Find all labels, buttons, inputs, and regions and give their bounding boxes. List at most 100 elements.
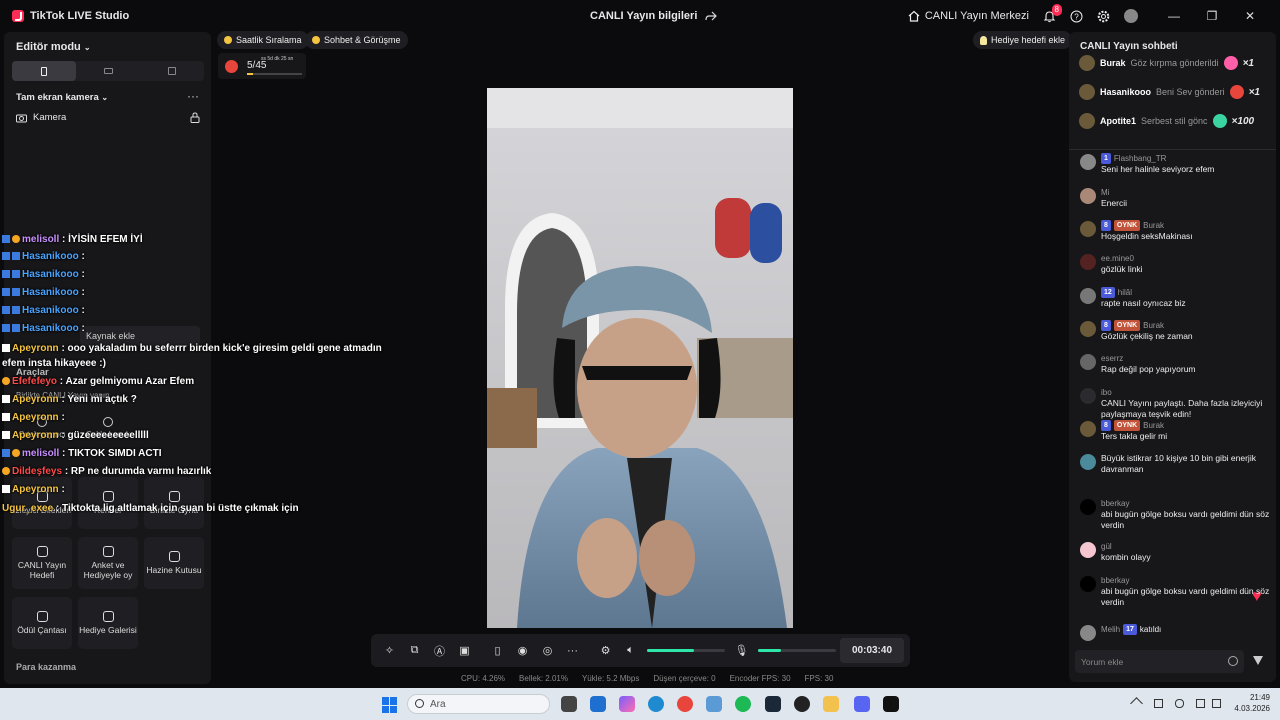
- chat-username[interactable]: Burak: [1143, 420, 1164, 431]
- avatar[interactable]: [1080, 454, 1096, 470]
- chat-username[interactable]: ibo: [1101, 387, 1112, 398]
- windows-start-icon[interactable]: [382, 697, 398, 713]
- network-icon[interactable]: [1154, 699, 1163, 708]
- chat-username[interactable]: Melih: [1101, 624, 1120, 635]
- live-center-button[interactable]: CANLI Yayın Merkezi: [908, 10, 1029, 22]
- close-button[interactable]: ✕: [1238, 9, 1262, 23]
- avatar[interactable]: [1080, 221, 1096, 237]
- obs-icon[interactable]: [794, 696, 810, 712]
- gift-username[interactable]: Apotite1: [1100, 116, 1136, 126]
- captions-button[interactable]: ⧉: [402, 638, 427, 663]
- record-button[interactable]: ◉: [510, 638, 535, 663]
- comment-input[interactable]: Yorum ekle: [1075, 650, 1244, 673]
- chat-username[interactable]: hilâl: [1118, 287, 1132, 298]
- tool-button[interactable]: Hediye Galerisi: [78, 597, 138, 649]
- tool-button[interactable]: Hazine Kutusu: [144, 537, 204, 589]
- volume-icon[interactable]: [1212, 699, 1221, 708]
- copilot-icon[interactable]: [619, 696, 635, 712]
- profile-avatar[interactable]: [1124, 9, 1138, 23]
- chat-username[interactable]: bberkay: [1101, 498, 1129, 509]
- scene-dropdown[interactable]: Tam ekran kamera ⌄: [16, 92, 108, 103]
- lock-icon[interactable]: [190, 112, 200, 123]
- goal-widget[interactable]: ss 5d dk 25 sn 5/45: [218, 53, 306, 79]
- more-options-icon[interactable]: ···: [187, 89, 199, 103]
- chat-meet-chip[interactable]: Sohbet & Görüşme: [305, 31, 408, 49]
- file-explorer-icon[interactable]: [823, 696, 839, 712]
- chat-username[interactable]: Burak: [1143, 320, 1164, 331]
- notifications-button[interactable]: 8: [1043, 3, 1062, 23]
- share-icon[interactable]: [1080, 388, 1096, 404]
- avatar[interactable]: [1080, 321, 1096, 337]
- chat-username[interactable]: Mi: [1101, 187, 1109, 198]
- avatar[interactable]: [1080, 288, 1096, 304]
- hourly-ranking-chip[interactable]: Saatlik Sıralama: [217, 31, 309, 49]
- tiktok-live-studio-icon[interactable]: [883, 696, 899, 712]
- taskbar-search[interactable]: Ara: [407, 694, 550, 714]
- settings-button[interactable]: [1097, 10, 1110, 23]
- chat-username[interactable]: eserrz: [1101, 353, 1123, 364]
- chat-username[interactable]: ee.mine0: [1101, 253, 1134, 264]
- chat-username[interactable]: Flashbang_TR: [1114, 153, 1166, 164]
- tool-label: Anket ve Hediyeyle oy: [83, 560, 133, 580]
- volume-slider[interactable]: [647, 649, 725, 652]
- avatar[interactable]: [1079, 55, 1095, 71]
- chat-meta: bberkay: [1101, 575, 1270, 586]
- network-app-icon[interactable]: [706, 696, 722, 712]
- task-view-icon[interactable]: [561, 696, 577, 712]
- portrait-mode-button[interactable]: [12, 61, 76, 81]
- chat-username[interactable]: Burak: [1143, 220, 1164, 231]
- mic-button[interactable]: 🎙︎: [729, 638, 754, 663]
- avatar[interactable]: [1080, 542, 1096, 558]
- emoji-icon[interactable]: [1228, 656, 1238, 666]
- avatar[interactable]: [1080, 254, 1096, 270]
- editor-mode-dropdown[interactable]: Editör modu ⌄: [16, 41, 91, 53]
- gift-username[interactable]: Burak: [1100, 58, 1126, 68]
- ai-button[interactable]: Ⓐ: [427, 638, 452, 663]
- clock[interactable]: 21:49 4.03.2026: [1234, 692, 1270, 714]
- live-info-button[interactable]: CANLI Yayın bilgileri: [590, 10, 718, 22]
- minimize-button[interactable]: —: [1162, 9, 1186, 23]
- avatar[interactable]: [1080, 499, 1096, 515]
- steam-icon[interactable]: [765, 696, 781, 712]
- edge-icon[interactable]: [648, 696, 664, 712]
- tool-button[interactable]: Anket ve Hediyeyle oy: [78, 537, 138, 589]
- speaker-button[interactable]: 🔈︎: [618, 638, 643, 663]
- chat-meta: 12 hilâl: [1101, 287, 1186, 298]
- send-icon[interactable]: [1253, 656, 1263, 665]
- tool-button[interactable]: CANLI Yayın Hedefi: [12, 537, 72, 589]
- help-button[interactable]: ?: [1070, 10, 1083, 23]
- avatar[interactable]: [1080, 421, 1096, 437]
- spotify-icon[interactable]: [735, 696, 751, 712]
- badge-icon: [2, 467, 10, 475]
- overlay-button[interactable]: ▣: [452, 638, 477, 663]
- chat-username[interactable]: bberkay: [1101, 575, 1129, 586]
- chat-text: gözlük linki: [1101, 264, 1143, 274]
- mic-slider[interactable]: [758, 649, 836, 652]
- maximize-button[interactable]: ❐: [1200, 9, 1224, 23]
- microphone-tray-icon[interactable]: [1175, 699, 1184, 708]
- tool-button[interactable]: Ödül Çantası: [12, 597, 72, 649]
- discord-icon[interactable]: [854, 696, 870, 712]
- chat-username[interactable]: gül: [1101, 541, 1112, 552]
- audio-settings-button[interactable]: ⚙: [593, 638, 618, 663]
- landscape-mode-button[interactable]: [76, 61, 140, 81]
- outlook-icon[interactable]: [590, 696, 606, 712]
- avatar[interactable]: [1080, 625, 1096, 641]
- avatar[interactable]: [1079, 84, 1095, 100]
- avatar[interactable]: [1080, 354, 1096, 370]
- screenshot-button[interactable]: ◎: [535, 638, 560, 663]
- magic-wand-button[interactable]: ✧: [377, 638, 402, 663]
- avatar[interactable]: [1080, 188, 1096, 204]
- split-mode-button[interactable]: [140, 61, 204, 81]
- gift-username[interactable]: Hasanikooo: [1100, 87, 1151, 97]
- avatar[interactable]: [1080, 576, 1096, 592]
- wifi-icon[interactable]: [1196, 699, 1205, 708]
- avatar[interactable]: [1079, 113, 1095, 129]
- avatar[interactable]: [1080, 154, 1096, 170]
- help-icon: ?: [1070, 10, 1083, 22]
- phone-button[interactable]: ▯: [485, 638, 510, 663]
- source-camera[interactable]: Kamera: [16, 112, 200, 123]
- add-gift-goal-chip[interactable]: Hediye hedefi ekle: [973, 31, 1073, 49]
- chrome-icon[interactable]: [677, 696, 693, 712]
- more-button[interactable]: ···: [560, 638, 585, 663]
